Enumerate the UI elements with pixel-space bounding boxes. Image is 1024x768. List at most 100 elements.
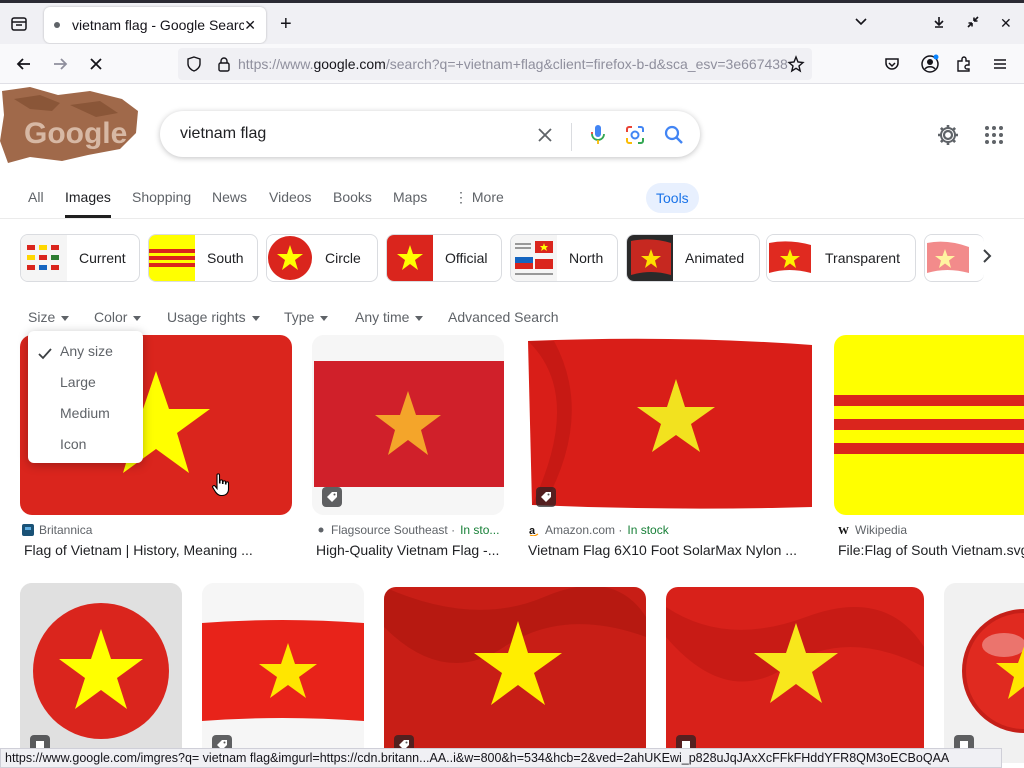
size-filter-dropdown: Any size Large Medium Icon (28, 331, 143, 463)
tab-news[interactable]: News (212, 189, 247, 205)
tab-videos[interactable]: Videos (269, 189, 312, 205)
close-window-icon[interactable]: ✕ (1000, 15, 1012, 32)
menu-hamburger-icon[interactable] (988, 52, 1012, 76)
result-image-amazon[interactable] (524, 335, 814, 515)
result-title-flagsource[interactable]: High-Quality Vietnam Flag -... (316, 542, 506, 558)
pocket-icon[interactable] (880, 52, 904, 76)
search-divider (571, 123, 572, 151)
chip-north-thumbnail (511, 235, 557, 281)
caret-down-icon (133, 315, 142, 321)
result-image-flagsource[interactable] (312, 335, 504, 515)
chip-north[interactable]: North (510, 234, 618, 282)
chip-official[interactable]: Official (386, 234, 502, 282)
tab-books[interactable]: Books (333, 189, 372, 205)
tab-list-chevron-icon[interactable] (854, 15, 868, 32)
result-source-flagsource[interactable]: Flagsource Southeast · In sto... (316, 523, 499, 537)
google-apps-grid-icon[interactable] (984, 125, 1004, 150)
chips-next-arrow-icon[interactable] (980, 248, 994, 269)
vietnam-flag-image (666, 587, 924, 763)
caret-down-icon (61, 315, 70, 321)
flagsource-favicon-icon (318, 527, 324, 533)
result-title-britannica[interactable]: Flag of Vietnam | History, Meaning ... (24, 542, 294, 558)
google-lens-icon[interactable] (624, 124, 646, 151)
tab-overview-icon[interactable] (8, 13, 30, 35)
result-image-fabric-flag[interactable] (666, 587, 924, 763)
mouse-hand-cursor-icon (212, 473, 230, 497)
chip-current[interactable]: Current (20, 234, 140, 282)
url-rest: /search?q=+vietnam+flag&client=firefox-b… (385, 56, 788, 72)
caret-down-icon (415, 315, 424, 321)
result-title-amazon[interactable]: Vietnam Flag 6X10 Foot SolarMax Nylon ..… (528, 542, 818, 558)
result-image-silk-flag[interactable] (384, 587, 646, 763)
chip-partial-next[interactable] (924, 234, 984, 282)
settings-gear-icon[interactable] (936, 123, 960, 152)
result-source-amazon[interactable]: a Amazon.com · In stock (528, 523, 669, 537)
account-icon[interactable] (918, 52, 942, 76)
new-tab-icon[interactable]: + (280, 13, 292, 36)
chip-south-label: South (207, 250, 244, 266)
tab-images[interactable]: Images (65, 189, 111, 218)
size-option-icon[interactable]: Icon (60, 436, 86, 452)
result-source-text: Amazon.com · (545, 523, 623, 537)
result-image-wavy-flag[interactable] (202, 583, 364, 763)
filter-type-label: Type (284, 309, 315, 325)
bookmark-star-icon[interactable] (784, 52, 808, 76)
result-image-wikipedia[interactable] (834, 335, 1024, 515)
chip-south[interactable]: South (148, 234, 258, 282)
minimize-icon[interactable] (932, 15, 946, 32)
back-icon[interactable] (12, 52, 36, 76)
browser-titlebar: vietnam flag - Google Search ✕ + ✕ (0, 0, 1024, 44)
result-source-text: Britannica (39, 523, 93, 537)
lock-icon[interactable] (216, 56, 232, 77)
filter-usage-rights-label: Usage rights (167, 309, 246, 325)
more-vertical-dots-icon: ⋮ (454, 189, 472, 205)
extensions-icon[interactable] (952, 52, 976, 76)
size-option-medium[interactable]: Medium (60, 405, 110, 421)
chip-partial-thumbnail (925, 235, 971, 281)
result-image-circle-flag[interactable] (20, 583, 182, 763)
chip-animated[interactable]: Animated (626, 234, 760, 282)
voice-search-mic-icon[interactable] (590, 124, 606, 151)
url-bar[interactable]: https://www. google.com/search?q=+vietnam… (178, 48, 812, 80)
search-submit-icon[interactable] (664, 125, 684, 150)
clear-search-icon[interactable] (537, 127, 553, 148)
tab-more-label: More (471, 189, 504, 205)
restore-icon[interactable] (966, 15, 980, 32)
tab-more[interactable]: ⋮ More (454, 189, 504, 206)
chip-transparent[interactable]: Transparent (766, 234, 916, 282)
filter-size[interactable]: Size (28, 309, 70, 325)
filter-any-time[interactable]: Any time (355, 309, 424, 325)
tab-maps[interactable]: Maps (393, 189, 427, 205)
filter-usage-rights[interactable]: Usage rights (167, 309, 260, 325)
result-source-text: Flagsource Southeast · (331, 523, 456, 537)
browser-tab-active[interactable]: vietnam flag - Google Search ✕ (44, 7, 266, 43)
result-title-wikipedia[interactable]: File:Flag of South Vietnam.svg (838, 542, 1024, 558)
stop-loading-icon[interactable] (84, 52, 108, 76)
filter-color-label: Color (94, 309, 128, 325)
amazon-favicon-icon: a (529, 525, 539, 536)
logo-text: Google (24, 117, 127, 150)
url-prefix: https://www. (238, 56, 314, 72)
tab-close-icon[interactable]: ✕ (244, 17, 256, 34)
size-option-large[interactable]: Large (60, 374, 96, 390)
caret-down-icon (320, 315, 329, 321)
filter-type[interactable]: Type (284, 309, 329, 325)
forward-icon[interactable] (48, 52, 72, 76)
result-source-wikipedia[interactable]: W Wikipedia (838, 523, 907, 537)
result-source-britannica[interactable]: Britannica (22, 523, 92, 537)
advanced-search-link[interactable]: Advanced Search (448, 309, 559, 325)
tracking-shield-icon[interactable] (186, 56, 202, 77)
tools-button[interactable]: Tools (646, 183, 699, 213)
britannica-favicon-icon (22, 524, 34, 536)
tab-shopping[interactable]: Shopping (132, 189, 191, 205)
search-input[interactable]: vietnam flag (160, 111, 700, 157)
tab-all[interactable]: All (28, 189, 44, 205)
chip-south-thumbnail (149, 235, 195, 281)
result-source-text: Wikipedia (855, 523, 908, 537)
filter-color[interactable]: Color (94, 309, 142, 325)
result-image-button-flag[interactable] (944, 583, 1024, 763)
browser-navbar: https://www. google.com/search?q=+vietnam… (0, 44, 1024, 84)
google-doodle-logo[interactable]: Google (0, 85, 140, 165)
size-option-any[interactable]: Any size (60, 343, 113, 359)
chip-circle[interactable]: Circle (266, 234, 378, 282)
